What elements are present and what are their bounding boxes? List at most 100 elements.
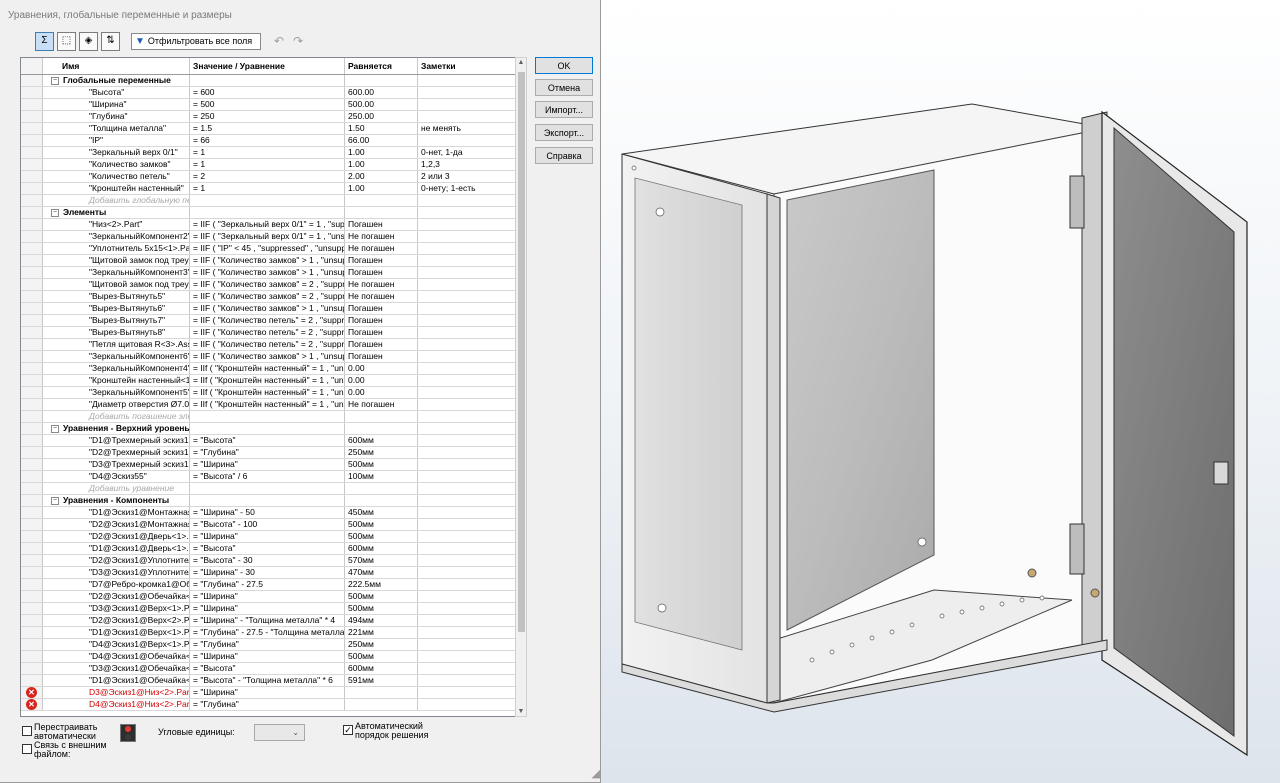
cell-value[interactable]: = IIf ( "Кронштейн настенный" = 1 , "uns…: [190, 387, 345, 398]
cell-value[interactable]: [190, 495, 345, 506]
cell-notes[interactable]: [418, 507, 519, 518]
cell-name[interactable]: "Петля щитовая R<3>.Assembly": [43, 339, 190, 350]
table-row[interactable]: "Ширина" = 500 500.00: [21, 99, 519, 111]
row-selector[interactable]: [21, 135, 43, 146]
cell-value[interactable]: = 2: [190, 171, 345, 182]
row-selector[interactable]: [21, 543, 43, 554]
cell-name[interactable]: D3@Эскиз1@Низ<2>.Part": [43, 687, 190, 698]
table-row[interactable]: "D4@Эскиз55" = "Высота" / 6 100мм: [21, 471, 519, 483]
row-selector[interactable]: [21, 483, 43, 494]
cell-value[interactable]: = IIF ( "Количество замков" > 1 , "unsup…: [190, 255, 345, 266]
row-selector[interactable]: [21, 231, 43, 242]
cell-name[interactable]: "D1@Эскиз1@Обечайка<1>.Part": [43, 675, 190, 686]
cell-notes[interactable]: [418, 243, 519, 254]
scroll-thumb[interactable]: [518, 72, 525, 632]
table-section-row[interactable]: − Глобальные переменные: [21, 75, 519, 87]
cell-name[interactable]: "D2@Трехмерный эскиз1": [43, 447, 190, 458]
cell-value[interactable]: = 600: [190, 87, 345, 98]
cell-name[interactable]: Добавить глобальную переменную: [43, 195, 190, 206]
cell-notes[interactable]: [418, 543, 519, 554]
row-selector[interactable]: [21, 207, 43, 218]
cell-notes[interactable]: [418, 531, 519, 542]
angular-units-select[interactable]: ⌄: [254, 724, 305, 741]
table-row[interactable]: "Количество замков" = 1 1.00 1,2,3: [21, 159, 519, 171]
table-row[interactable]: "ЗеркальныйКомпонент5" = IIf ( "Кронштейн…: [21, 387, 519, 399]
cell-name[interactable]: "D3@Эскиз1@Уплотнитель 5x15": [43, 567, 190, 578]
export-button[interactable]: Экспорт...: [535, 124, 593, 141]
cell-name[interactable]: "ЗеркальныйКомпонент4": [43, 363, 190, 374]
row-selector[interactable]: [21, 603, 43, 614]
table-add-row[interactable]: Добавить уравнение: [21, 483, 519, 495]
cell-notes[interactable]: [418, 591, 519, 602]
header-value[interactable]: Значение / Уравнение: [190, 58, 345, 74]
cell-notes[interactable]: [418, 459, 519, 470]
cell-value[interactable]: = IIF ( "IP" < 45 , "suppressed" , "unsu…: [190, 243, 345, 254]
cell-name[interactable]: "Диаметр отверстия Ø7.0 (7)1": [43, 399, 190, 410]
table-row[interactable]: "D1@Трехмерный эскиз1" = "Высота" 600мм: [21, 435, 519, 447]
cell-name[interactable]: "Щитовой замок под треугольник": [43, 279, 190, 290]
cell-name[interactable]: "D2@Эскиз1@Дверь<1>.Part": [43, 531, 190, 542]
cell-value[interactable]: = IIF ( "Зеркальный верх 0/1" = 1 , "uns…: [190, 231, 345, 242]
help-button[interactable]: Справка: [535, 147, 593, 164]
row-selector[interactable]: [21, 471, 43, 482]
row-selector[interactable]: [21, 363, 43, 374]
cell-notes[interactable]: [418, 291, 519, 302]
row-selector[interactable]: [21, 327, 43, 338]
cell-value[interactable]: = "Высота": [190, 543, 345, 554]
cell-name[interactable]: "D2@Эскиз1@Уплотнитель 5x15": [43, 555, 190, 566]
cell-name[interactable]: "Высота": [43, 87, 190, 98]
cell-name[interactable]: "D3@Трехмерный эскиз1": [43, 459, 190, 470]
row-selector[interactable]: [21, 531, 43, 542]
collapse-icon[interactable]: −: [51, 496, 59, 505]
collapse-icon[interactable]: −: [51, 208, 59, 217]
cell-value[interactable]: = IIF ( "Количество замков" > 1 , "unsup…: [190, 303, 345, 314]
table-row[interactable]: "D7@Ребро-кромка1@Обечайка"= "Глубина" -…: [21, 579, 519, 591]
cell-notes[interactable]: [418, 663, 519, 674]
cell-name[interactable]: "ЗеркальныйКомпонент2": [43, 231, 190, 242]
cell-name[interactable]: "D2@Эскиз1@Обечайка<1>.Part": [43, 591, 190, 602]
row-selector[interactable]: [21, 243, 43, 254]
cell-notes[interactable]: [418, 267, 519, 278]
cell-name[interactable]: "Толщина металла": [43, 123, 190, 134]
row-selector[interactable]: [21, 459, 43, 470]
header-notes[interactable]: Заметки: [418, 58, 519, 74]
table-row[interactable]: "D1@Эскиз1@Обечайка<1>.Part"= "Высота" -…: [21, 675, 519, 687]
table-row[interactable]: "ЗеркальныйКомпонент4" = IIf ( "Кронштейн…: [21, 363, 519, 375]
cell-value[interactable]: = 250: [190, 111, 345, 122]
table-row[interactable]: "Уплотнитель 5x15<1>.Part" = IIF ( "IP" <…: [21, 243, 519, 255]
sketch-equation-view-button[interactable]: ⬚: [57, 31, 76, 51]
row-selector[interactable]: [21, 567, 43, 578]
table-row[interactable]: "Вырез-Вытянуть7" = IIF ( "Количество пет…: [21, 315, 519, 327]
ok-button[interactable]: OK: [535, 57, 593, 74]
cell-notes[interactable]: [418, 483, 519, 494]
cell-value[interactable]: = 66: [190, 135, 345, 146]
cell-value[interactable]: = "Глубина": [190, 639, 345, 650]
cell-name[interactable]: "D1@Эскиз1@Дверь<1>.Part": [43, 543, 190, 554]
cell-value[interactable]: = "Ширина": [190, 459, 345, 470]
table-row[interactable]: "ЗеркальныйКомпонент3" = IIF ( "Количеств…: [21, 267, 519, 279]
cell-value[interactable]: = "Высота": [190, 435, 345, 446]
row-selector[interactable]: [21, 651, 43, 662]
cell-notes[interactable]: [418, 675, 519, 686]
table-row[interactable]: "Высота" = 600 600.00: [21, 87, 519, 99]
cell-name[interactable]: "D1@Эскиз1@Монтажная панель": [43, 507, 190, 518]
collapse-icon[interactable]: −: [51, 424, 59, 433]
cell-notes[interactable]: [418, 75, 519, 86]
row-selector[interactable]: ✕: [21, 699, 43, 710]
cell-name[interactable]: "D2@Эскиз1@Монтажная панель": [43, 519, 190, 530]
row-selector[interactable]: [21, 147, 43, 158]
rebuild-auto-checkbox[interactable]: [22, 726, 32, 736]
table-row[interactable]: "Вырез-Вытянуть5" = IIF ( "Количество зам…: [21, 291, 519, 303]
cell-notes[interactable]: [418, 207, 519, 218]
cell-value[interactable]: = "Ширина": [190, 531, 345, 542]
table-row[interactable]: "ЗеркальныйКомпонент6" = IIF ( "Количеств…: [21, 351, 519, 363]
cell-value[interactable]: = "Высота" - 100: [190, 519, 345, 530]
table-row[interactable]: "D1@Эскиз1@Монтажная панель"= "Ширина" -…: [21, 507, 519, 519]
row-selector[interactable]: [21, 375, 43, 386]
cell-value[interactable]: = "Глубина" - 27.5: [190, 579, 345, 590]
table-row[interactable]: ✕ D3@Эскиз1@Низ<2>.Part" = "Ширина": [21, 687, 519, 699]
cell-notes[interactable]: [418, 495, 519, 506]
table-row[interactable]: "D2@Эскиз1@Обечайка<1>.Part"= "Ширина"50…: [21, 591, 519, 603]
row-selector[interactable]: [21, 519, 43, 530]
cell-value[interactable]: = 500: [190, 99, 345, 110]
